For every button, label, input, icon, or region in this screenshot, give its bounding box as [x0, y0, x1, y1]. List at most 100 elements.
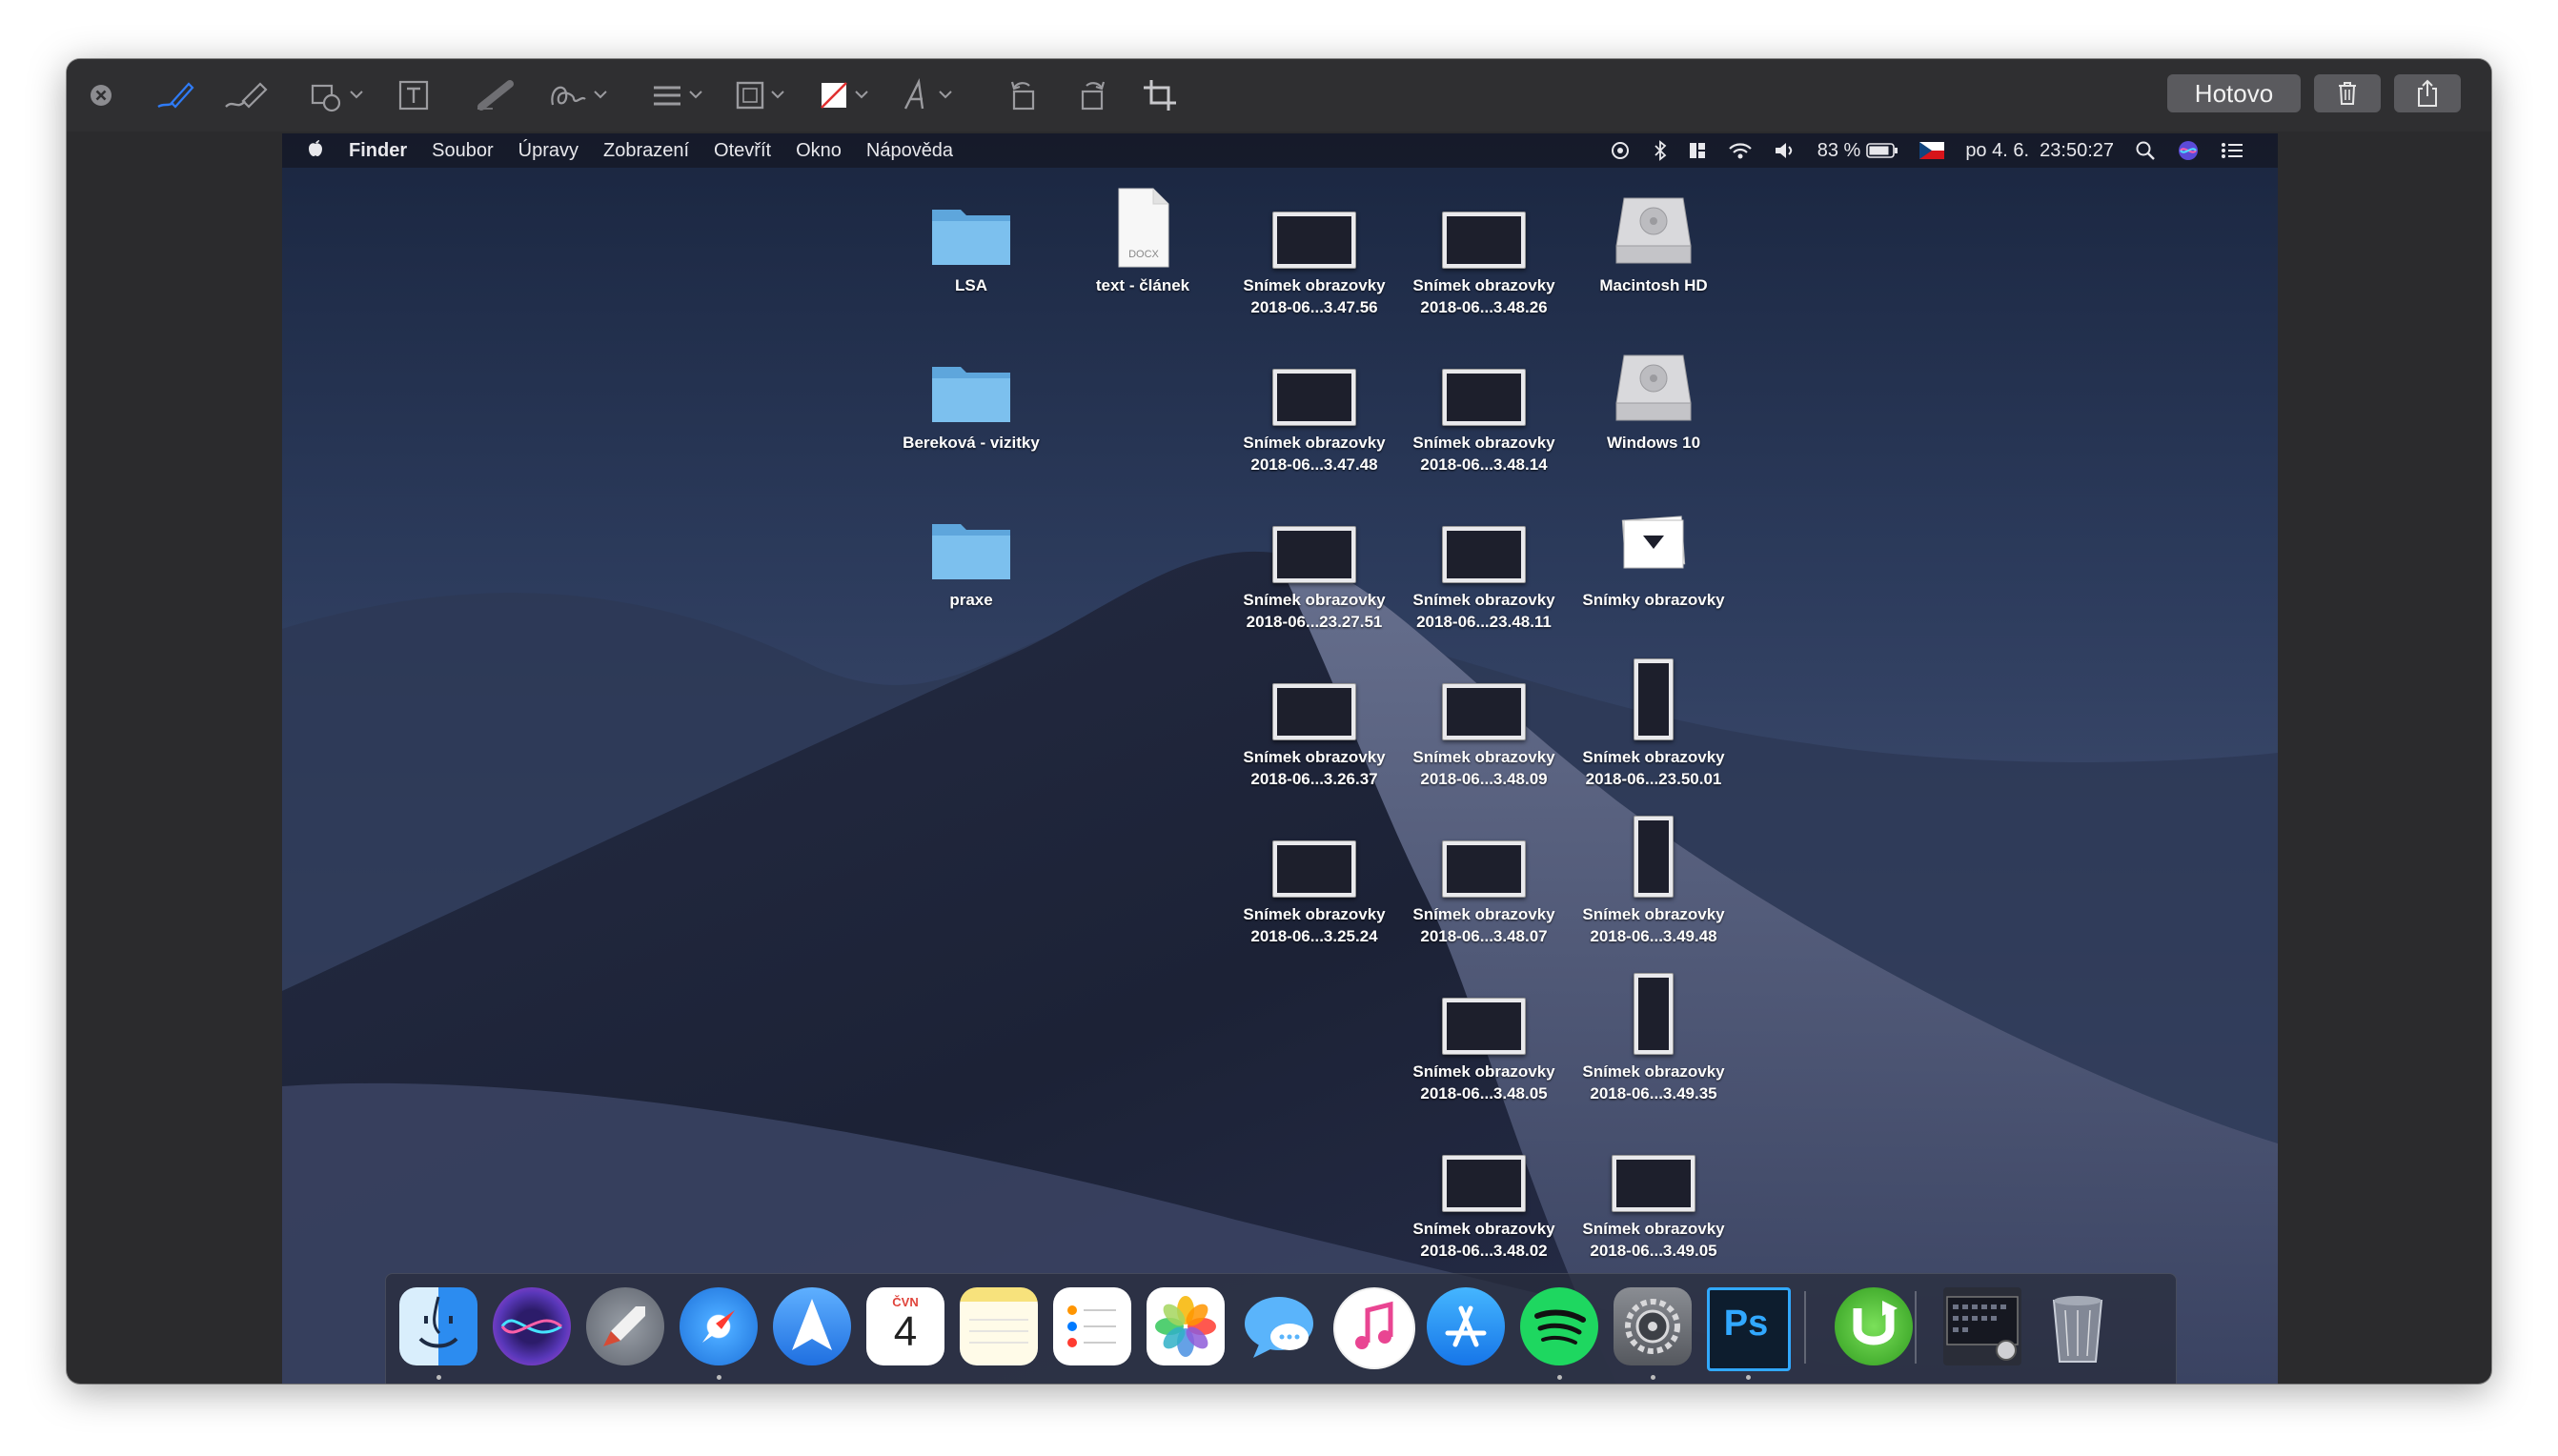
- photos-icon[interactable]: [1147, 1287, 1225, 1365]
- desktop-item[interactable]: praxe: [887, 501, 1055, 611]
- battery-indicator[interactable]: 83 %: [1817, 140, 1899, 162]
- volume-icon[interactable]: [1774, 141, 1797, 160]
- desktop-item[interactable]: Bereková - vizitky: [887, 344, 1055, 454]
- screenshots-stack-icon[interactable]: [1943, 1287, 2021, 1365]
- calendar-month: ČVN: [892, 1295, 919, 1309]
- messages-icon[interactable]: [1240, 1287, 1318, 1365]
- text-tool-button[interactable]: [391, 72, 436, 118]
- system-preferences-icon[interactable]: [1614, 1287, 1692, 1365]
- desktop-item[interactable]: Snímky obrazovky: [1570, 501, 1737, 611]
- desktop-item-sublabel: 2018-06...3.48.05: [1420, 1084, 1548, 1102]
- delete-button[interactable]: [2314, 74, 2381, 112]
- desktop-item[interactable]: Snímek obrazovky 2018-06...23.48.11: [1400, 501, 1568, 633]
- desktop-item[interactable]: Snímek obrazovky 2018-06...3.25.24: [1230, 816, 1398, 947]
- desktop-item-sublabel: 2018-06...3.47.56: [1250, 298, 1378, 316]
- apple-menu-icon[interactable]: [307, 138, 324, 163]
- menu-clock[interactable]: po 4. 6. 23:50:27: [1965, 140, 2114, 162]
- signature-tool-button[interactable]: [543, 72, 616, 118]
- rotate-right-button[interactable]: [1069, 72, 1115, 118]
- screenshot-thumbnail: [1442, 683, 1526, 740]
- launchpad-icon[interactable]: [586, 1287, 664, 1365]
- wifi-icon[interactable]: [1728, 141, 1753, 160]
- menu-upravy[interactable]: Úpravy: [518, 140, 579, 162]
- rotate-left-button[interactable]: [1001, 72, 1046, 118]
- running-indicator: [1557, 1375, 1562, 1380]
- reminders-icon[interactable]: [1053, 1287, 1131, 1365]
- itunes-icon[interactable]: [1333, 1287, 1415, 1369]
- czech-flag-icon[interactable]: [1919, 142, 1945, 159]
- desktop-item[interactable]: Snímek obrazovky 2018-06...3.48.07: [1400, 816, 1568, 947]
- shapes-tool-button[interactable]: [305, 72, 372, 118]
- desktop-item[interactable]: Snímek obrazovky 2018-06...3.48.26: [1400, 187, 1568, 318]
- desktop-item[interactable]: LSA: [887, 187, 1055, 296]
- sketch-pen-icon: [157, 82, 194, 109]
- desktop-item[interactable]: Snímek obrazovky 2018-06...3.49.05: [1570, 1130, 1737, 1262]
- bluetooth-icon[interactable]: [1654, 140, 1667, 161]
- close-button[interactable]: [78, 72, 124, 118]
- text-style-button[interactable]: [898, 72, 961, 118]
- utorrent-icon[interactable]: [1835, 1287, 1913, 1365]
- screenshot-thumbnail: [1442, 998, 1526, 1055]
- desktop-item[interactable]: Snímek obrazovky 2018-06...23.50.01: [1570, 658, 1737, 790]
- screenshot-thumbnail: [1442, 1155, 1526, 1212]
- share-button[interactable]: [2394, 74, 2461, 112]
- app-store-icon[interactable]: [1427, 1287, 1505, 1365]
- photoshop-label: Ps: [1723, 1304, 1769, 1344]
- desktop-item[interactable]: Snímek obrazovky 2018-06...3.49.48: [1570, 816, 1737, 947]
- svg-text:DOCX: DOCX: [1128, 249, 1159, 260]
- menu-okno[interactable]: Okno: [796, 140, 842, 162]
- sketch-tool-button[interactable]: [151, 72, 200, 118]
- desktop-item[interactable]: Snímek obrazovky 2018-06...3.48.09: [1400, 658, 1568, 790]
- photoshop-icon[interactable]: Ps: [1707, 1287, 1791, 1371]
- highlight-tool-button[interactable]: [467, 72, 524, 118]
- spotify-icon[interactable]: [1520, 1287, 1598, 1365]
- desktop-item[interactable]: Snímek obrazovky 2018-06...3.49.35: [1570, 973, 1737, 1104]
- screenshot-thumbnail: [1442, 212, 1526, 269]
- running-indicator: [717, 1375, 721, 1380]
- desktop-item[interactable]: Macintosh HD: [1570, 187, 1737, 296]
- line-style-button[interactable]: [648, 72, 711, 118]
- desktop-item[interactable]: DOCX text - článek: [1059, 187, 1227, 296]
- desktop-item-sublabel: 2018-06...3.26.37: [1250, 770, 1378, 788]
- menu-zobrazeni[interactable]: Zobrazení: [603, 140, 689, 162]
- running-indicator: [436, 1375, 441, 1380]
- desktop-item[interactable]: Snímek obrazovky 2018-06...23.27.51: [1230, 501, 1398, 633]
- desktop-item[interactable]: Snímek obrazovky 2018-06...3.48.02: [1400, 1130, 1568, 1262]
- siri-menu-icon[interactable]: [2177, 139, 2200, 162]
- desktop-item[interactable]: Snímek obrazovky 2018-06...3.47.48: [1230, 344, 1398, 475]
- desktop-item[interactable]: Snímek obrazovky 2018-06...3.48.14: [1400, 344, 1568, 475]
- desktop-item[interactable]: Snímek obrazovky 2018-06...3.47.56: [1230, 187, 1398, 318]
- notification-center-icon[interactable]: [2221, 141, 2243, 160]
- docx-file-icon: DOCX: [1118, 188, 1169, 268]
- menu-napoveda[interactable]: Nápověda: [866, 140, 953, 162]
- done-button[interactable]: Hotovo: [2167, 74, 2301, 112]
- border-color-button[interactable]: [730, 72, 793, 118]
- markup-window: Hotovo Finder Soubor Úpravy Zobrazení Ot…: [67, 59, 2491, 1384]
- spotlight-search-icon[interactable]: [2135, 140, 2156, 161]
- fill-color-button[interactable]: [814, 72, 877, 118]
- magnet-window-icon[interactable]: [1688, 141, 1707, 160]
- desktop-item-label: Snímek obrazovky: [1412, 434, 1555, 452]
- desktop-item-label: Snímek obrazovky: [1243, 591, 1386, 609]
- desktop-item[interactable]: Snímek obrazovky 2018-06...3.48.05: [1400, 973, 1568, 1104]
- menu-app-name[interactable]: Finder: [349, 140, 407, 162]
- safari-icon[interactable]: [680, 1287, 758, 1365]
- trash-dock-icon[interactable]: [2039, 1287, 2117, 1365]
- fill-color-icon: [821, 82, 868, 109]
- calendar-icon[interactable]: ČVN 4: [866, 1287, 944, 1365]
- siri-icon[interactable]: [493, 1287, 571, 1365]
- desktop-item-label: Windows 10: [1606, 434, 1701, 452]
- draw-tool-button[interactable]: [219, 72, 273, 118]
- desktop-item[interactable]: Snímek obrazovky 2018-06...3.26.37: [1230, 658, 1398, 790]
- menu-otevrit[interactable]: Otevřít: [714, 140, 771, 162]
- notes-icon[interactable]: [960, 1287, 1038, 1365]
- vpn-icon[interactable]: [1608, 141, 1633, 160]
- font-icon: [903, 78, 952, 110]
- desktop-item-sublabel: 2018-06...23.27.51: [1246, 613, 1383, 631]
- menu-soubor[interactable]: Soubor: [432, 140, 494, 162]
- desktop-item[interactable]: Windows 10: [1570, 344, 1737, 454]
- finder-icon[interactable]: [399, 1287, 477, 1365]
- spark-mail-icon[interactable]: [773, 1287, 851, 1365]
- desktop-item-sublabel: 2018-06...23.48.11: [1416, 613, 1552, 631]
- crop-button[interactable]: [1138, 72, 1184, 118]
